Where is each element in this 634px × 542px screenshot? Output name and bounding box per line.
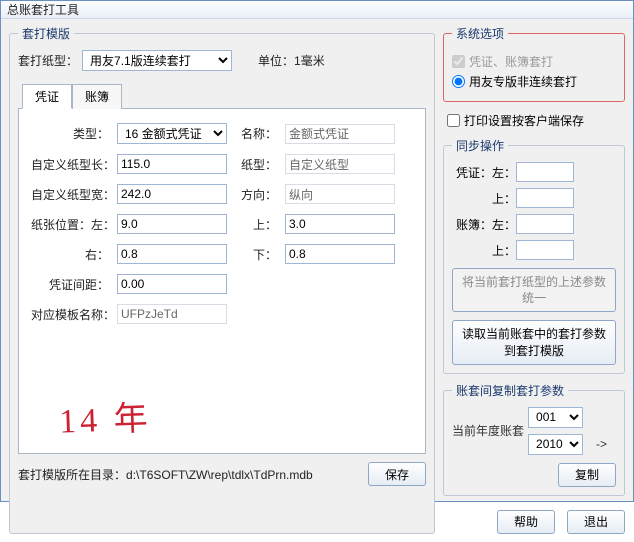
tab-ledger[interactable]: 账簿: [72, 84, 122, 109]
ptype-field: [285, 154, 395, 174]
window: 总账套打工具 套打模版 套打纸型： 用友7.1版连续套打 单位：1毫米 凭证 账…: [0, 0, 634, 502]
pos-left-field[interactable]: [117, 214, 227, 234]
sync-v-top-label: 上：: [492, 190, 516, 207]
sync-grid: 凭证： 左： 上： 账簿： 左： 上：: [452, 162, 616, 260]
pos-top-label: 上：: [233, 216, 279, 233]
paper-select[interactable]: 用友7.1版连续套打: [82, 50, 232, 71]
tab-voucher[interactable]: 凭证: [22, 84, 72, 109]
sync-voucher-label: 凭证：: [452, 164, 492, 181]
sync-v-left-label: 左：: [492, 164, 516, 181]
sysopt-group: 系统选项 凭证、账簿套打 用友专版非连续套打: [443, 25, 625, 102]
sync-group: 同步操作 凭证： 左： 上： 账簿： 左： 上： 将当前套打纸型的上述参数统一: [443, 137, 625, 374]
gap-label: 凭证间距：: [31, 276, 111, 293]
sync-v-top-field[interactable]: [516, 188, 574, 208]
arrow-icon: ->: [587, 437, 616, 451]
save-button[interactable]: 保存: [368, 462, 426, 486]
radio-noncont[interactable]: 用友专版非连续套打: [452, 73, 616, 90]
exit-button[interactable]: 退出: [567, 510, 625, 534]
sync-v-left-field[interactable]: [516, 162, 574, 182]
copy-from-select[interactable]: 001: [528, 407, 583, 428]
dir-field: [285, 184, 395, 204]
bottom-label: 下：: [233, 246, 279, 263]
custom-len-field[interactable]: [117, 154, 227, 174]
template-group: 套打模版 套打纸型： 用友7.1版连续套打 单位：1毫米 凭证 账簿 类型：: [9, 25, 435, 534]
name-field: [285, 124, 395, 144]
right-label: 右：: [31, 246, 111, 263]
form-grid: 类型： 16 金额式凭证 名称： 自定义纸型长： 纸型： 自定义纸型宽： 方向：…: [31, 123, 413, 324]
ptype-label: 纸型：: [233, 156, 279, 173]
copy-grid: 001 当前年度账套 2010 ->: [452, 407, 616, 455]
tpl-label: 对应模板名称：: [31, 306, 111, 323]
unit-label: 单位：1毫米: [258, 52, 325, 69]
help-button[interactable]: 帮助: [497, 510, 555, 534]
sync-l-left-label: 左：: [492, 216, 516, 233]
paper-label: 套打纸型：: [18, 52, 78, 69]
sync-label: 同步操作: [452, 137, 508, 154]
tabs: 凭证 账簿: [18, 83, 426, 109]
unify-button[interactable]: 将当前套打纸型的上述参数统一: [452, 268, 616, 312]
right-field[interactable]: [117, 244, 227, 264]
chk-client-save-box[interactable]: [447, 114, 460, 127]
client-area: 套打模版 套打纸型： 用友7.1版连续套打 单位：1毫米 凭证 账簿 类型：: [1, 19, 633, 542]
right-column: 系统选项 凭证、账簿套打 用友专版非连续套打 打印设置按客户端保存 同步操作 凭…: [443, 25, 625, 534]
type-label: 类型：: [31, 125, 111, 142]
dir-label: 方向：: [233, 186, 279, 203]
custom-wid-label: 自定义纸型宽：: [31, 186, 111, 203]
name-label: 名称：: [233, 125, 279, 142]
custom-wid-field[interactable]: [117, 184, 227, 204]
sync-l-top-field[interactable]: [516, 240, 574, 260]
footer-buttons: 帮助 退出: [443, 504, 625, 534]
tpl-field: [117, 304, 227, 324]
chk-voucher-ledger-box: [452, 55, 465, 68]
window-title: 总账套打工具: [7, 1, 79, 18]
radio-noncont-input[interactable]: [452, 75, 465, 88]
read-button[interactable]: 读取当前账套中的套打参数到套打模版: [452, 320, 616, 364]
hand-annotation: 14 年: [58, 390, 152, 442]
path-row: 套打模版所在目录：d:\T6SOFT\ZW\rep\tdlx\TdPrn.mdb…: [18, 462, 426, 486]
copy-target-label: 当前年度账套: [452, 422, 524, 439]
custom-len-label: 自定义纸型长：: [31, 156, 111, 173]
chk-client-save[interactable]: 打印设置按客户端保存: [447, 112, 623, 129]
gap-field[interactable]: [117, 274, 227, 294]
copy-button[interactable]: 复制: [558, 463, 616, 487]
paper-row: 套打纸型： 用友7.1版连续套打 单位：1毫米: [18, 50, 426, 71]
sync-l-top-label: 上：: [492, 242, 516, 259]
pos-top-field[interactable]: [285, 214, 395, 234]
titlebar: 总账套打工具: [1, 1, 633, 19]
left-column: 套打模版 套打纸型： 用友7.1版连续套打 单位：1毫米 凭证 账簿 类型：: [9, 25, 435, 534]
chk-voucher-ledger: 凭证、账簿套打: [452, 53, 616, 70]
bottom-field[interactable]: [285, 244, 395, 264]
copy-to-select[interactable]: 2010: [528, 434, 583, 455]
path-text: 套打模版所在目录：d:\T6SOFT\ZW\rep\tdlx\TdPrn.mdb: [18, 466, 362, 483]
pos-left-label: 纸张位置：左：: [31, 216, 111, 233]
copy-group: 账套间复制套打参数 001 当前年度账套 2010 -> 复制: [443, 382, 625, 496]
template-group-label: 套打模版: [18, 25, 74, 42]
type-select[interactable]: 16 金额式凭证: [117, 123, 227, 144]
sync-ledger-label: 账簿：: [452, 216, 492, 233]
sync-l-left-field[interactable]: [516, 214, 574, 234]
tabpanel-voucher: 类型： 16 金额式凭证 名称： 自定义纸型长： 纸型： 自定义纸型宽： 方向：…: [18, 109, 426, 454]
sysopt-label: 系统选项: [452, 25, 508, 42]
copy-label: 账套间复制套打参数: [452, 382, 568, 399]
